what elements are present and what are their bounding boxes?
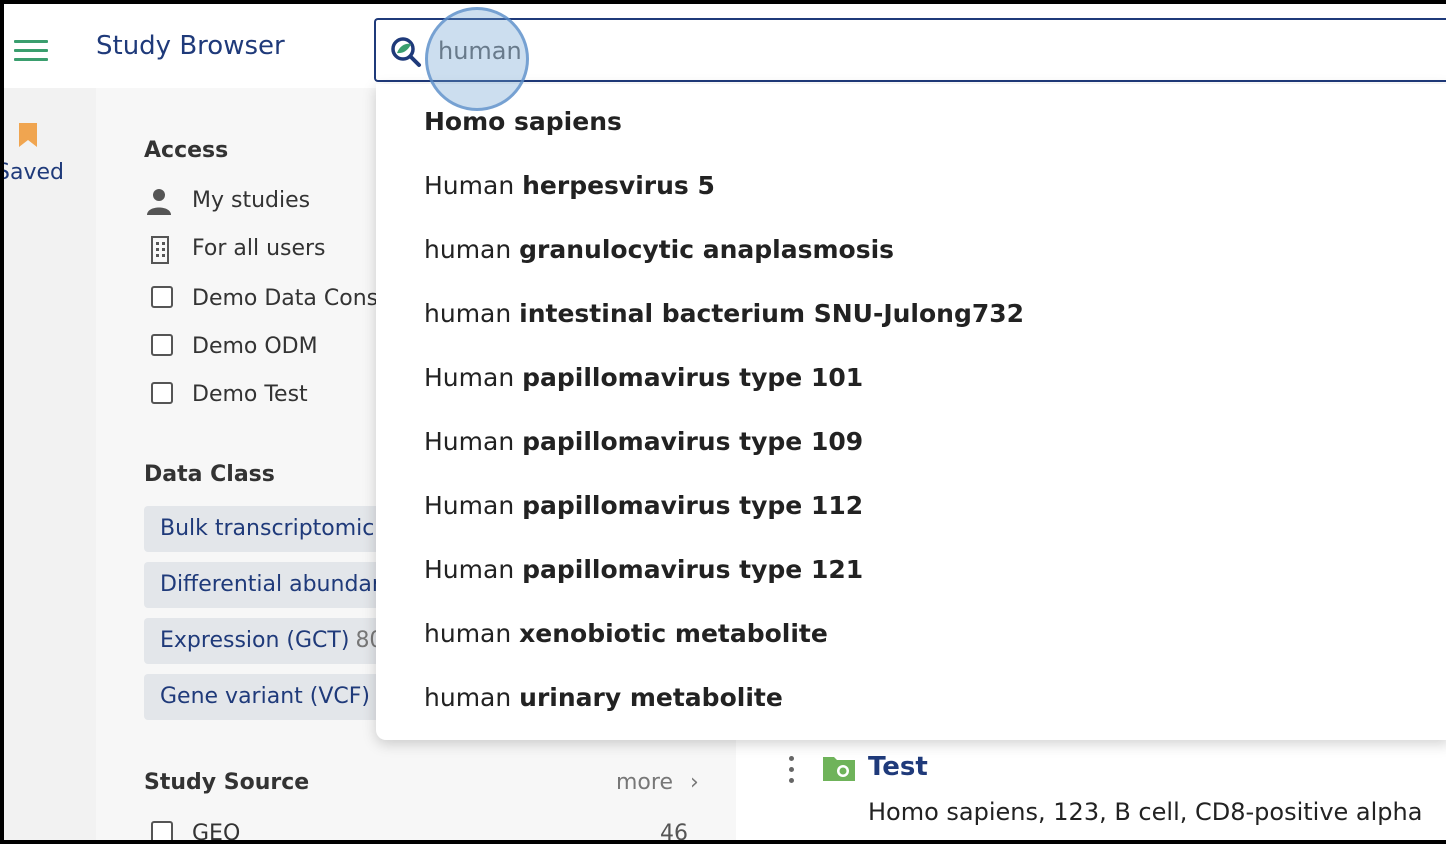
filter-label: My studies [192,188,311,213]
suggestion-item[interactable]: human intestinal bacterium SNU-Julong732 [424,299,1024,339]
suggestion-prefix: Human [424,171,523,200]
chip-label: Differential abundan [160,572,386,597]
suggestion-match: papillomavirus type 121 [522,555,864,584]
study-title-link[interactable]: Test [868,752,928,782]
left-rail: Saved [4,88,96,840]
chip-label: Gene variant (VCF) [160,684,370,709]
suggestion-item[interactable]: Human papillomavirus type 109 [424,427,863,467]
suggestion-match: papillomavirus type 101 [522,363,864,392]
chip-gene-variant-vcf[interactable]: Gene variant (VCF)1 [144,674,404,720]
suggestion-prefix: Human [424,555,523,584]
suggestion-match: papillomavirus type 112 [522,491,864,520]
filter-label: For all users [192,236,326,261]
suggestion-match: herpesvirus 5 [522,171,715,200]
suggestion-prefix: Human [424,363,523,392]
suggestion-item[interactable]: Human papillomavirus type 112 [424,491,863,531]
study-description: Homo sapiens, 123, B cell, CD8-positive … [868,798,1423,826]
suggestion-item[interactable]: human xenobiotic metabolite [424,619,828,659]
menu-icon[interactable] [14,40,48,64]
app-window: Study Browser Saved Access My studies Fo… [0,0,1446,844]
bookmark-icon[interactable] [18,122,38,148]
more-options-icon[interactable] [786,756,796,786]
chip-expression-gct[interactable]: Expression (GCT) 80 [144,618,404,664]
suggestion-match: intestinal bacterium SNU-Julong732 [519,299,1025,328]
suggestion-item[interactable]: Homo sapiens [424,107,622,147]
suggestion-match: urinary metabolite [519,683,783,712]
suggestion-prefix: human [424,235,520,264]
chevron-right-icon: › [690,770,699,795]
suggestion-item[interactable]: human urinary metabolite [424,683,783,723]
access-section-title: Access [144,138,229,163]
search-icon [391,37,421,67]
chip-bulk-transcriptomic[interactable]: Bulk transcriptomic [144,506,404,552]
person-icon [147,189,171,215]
suggestion-item[interactable]: Human papillomavirus type 121 [424,555,863,595]
suggestion-prefix: Human [424,427,523,456]
checkbox[interactable] [151,821,173,840]
folder-icon [823,757,855,781]
saved-label[interactable]: Saved [4,160,64,185]
filter-label: Demo Test [192,382,308,407]
chip-label: Expression (GCT) [160,628,350,653]
data-class-section-title: Data Class [144,462,275,487]
suggestion-match: granulocytic anaplasmosis [519,235,895,264]
suggestion-match: Homo sapiens [424,107,622,136]
suggestion-prefix: human [424,619,520,648]
chip-label: Bulk transcriptomic [160,516,375,541]
suggestion-prefix: human [424,299,520,328]
suggestion-item[interactable]: human granulocytic anaplasmosis [424,235,894,275]
search-box[interactable] [374,18,1446,82]
checkbox[interactable] [151,382,173,404]
filter-label: GEO [192,821,241,844]
suggestion-match: papillomavirus type 109 [522,427,864,456]
chip-differential-abundance[interactable]: Differential abundan [144,562,404,608]
checkbox[interactable] [151,286,173,308]
study-source-more-link[interactable]: more › [616,770,699,795]
checkbox[interactable] [151,334,173,356]
suggestion-dropdown: Homo sapiens Human herpesvirus 5 human g… [376,84,1446,740]
suggestion-item[interactable]: Human papillomavirus type 101 [424,363,863,403]
suggestion-match: xenobiotic metabolite [519,619,828,648]
filter-label: Demo ODM [192,334,318,359]
app-title: Study Browser [96,31,285,61]
building-icon [151,236,169,264]
suggestion-item[interactable]: Human herpesvirus 5 [424,171,715,211]
more-label: more [616,770,673,795]
study-source-section-title: Study Source [144,770,310,795]
suggestion-prefix: human [424,683,520,712]
suggestion-prefix: Human [424,491,523,520]
geo-count: 46 [660,821,688,844]
filter-label: Demo Data Cons [192,286,379,311]
search-input[interactable] [436,30,1400,72]
